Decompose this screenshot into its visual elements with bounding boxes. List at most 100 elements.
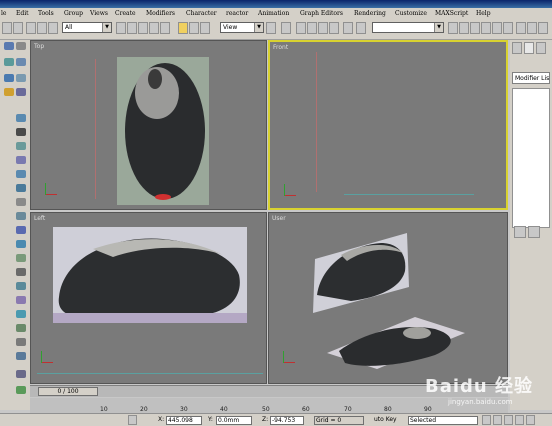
tool-icon-16[interactable] [16, 212, 26, 220]
viewport-front[interactable]: Front [268, 40, 508, 210]
lock-selection-icon[interactable] [128, 415, 137, 425]
tool-icon-7[interactable] [4, 88, 14, 96]
tool-icon-6[interactable] [16, 74, 26, 82]
tool-icon-28[interactable] [16, 386, 26, 394]
pin-stack-icon[interactable] [514, 226, 526, 238]
window-crossing-button[interactable] [149, 22, 159, 34]
material-editor-button[interactable] [492, 22, 502, 34]
create-tab-icon[interactable] [512, 42, 522, 54]
tool-icon-10[interactable] [16, 128, 26, 136]
show-end-result-icon[interactable] [528, 226, 540, 238]
menu-modifiers[interactable]: Modifiers [146, 10, 175, 17]
menu-help[interactable]: Help [476, 10, 491, 17]
y-coordinate-field[interactable]: 0.0mm [216, 416, 252, 425]
curve-editor-button[interactable] [470, 22, 480, 34]
viewport-top[interactable]: Top [30, 40, 267, 210]
redo-button[interactable] [13, 22, 23, 34]
tool-icon-5[interactable] [4, 74, 14, 82]
render-type-button[interactable] [527, 22, 537, 34]
pivot-center-button[interactable] [266, 22, 276, 34]
select-and-rotate-button[interactable] [189, 22, 199, 34]
menu-animation[interactable]: Animation [258, 10, 289, 17]
tool-icon-25[interactable] [16, 338, 26, 346]
render-scene-button[interactable] [503, 22, 513, 34]
tool-icon-27[interactable] [16, 370, 26, 378]
active-shade-button[interactable] [538, 22, 548, 34]
menu-edit[interactable]: Edit [16, 10, 29, 17]
next-frame-icon[interactable] [515, 415, 524, 425]
tool-icon-21[interactable] [16, 282, 26, 290]
quick-render-button[interactable] [516, 22, 526, 34]
auto-key-button[interactable]: uto Key [374, 416, 397, 423]
go-to-start-icon[interactable] [482, 415, 491, 425]
tool-icon-2[interactable] [16, 42, 26, 50]
viewport-left[interactable]: Left [30, 212, 267, 384]
angle-snap-button[interactable] [307, 22, 317, 34]
menu-create[interactable]: Create [115, 10, 136, 17]
align-button[interactable] [448, 22, 458, 34]
selection-filter-dropdown[interactable]: All ▼ [62, 22, 112, 33]
menu-reactor[interactable]: reactor [226, 10, 248, 17]
edit-named-selection-button[interactable] [343, 22, 353, 34]
unlink-button[interactable] [37, 22, 47, 34]
mirror-button[interactable] [356, 22, 366, 34]
z-coordinate-field[interactable]: -94.753 [270, 416, 304, 425]
tool-icon-14[interactable] [16, 184, 26, 192]
reference-coordinate-dropdown[interactable]: View ▼ [220, 22, 264, 33]
select-and-link-button[interactable] [160, 22, 170, 34]
tool-icon-24[interactable] [16, 324, 26, 332]
time-slider[interactable]: 0 / 100 [38, 387, 98, 396]
select-and-move-button[interactable] [178, 22, 188, 34]
tool-icon-8[interactable] [16, 88, 26, 96]
hierarchy-tab-icon[interactable] [536, 42, 546, 54]
tool-icon-12[interactable] [16, 156, 26, 164]
selection-set-dropdown[interactable]: Selected [408, 416, 478, 425]
rectangular-selection-button[interactable] [138, 22, 148, 34]
tool-icon-13[interactable] [16, 170, 26, 178]
menu-rendering[interactable]: Rendering [354, 10, 386, 17]
track-bar[interactable]: 10 20 30 40 50 60 70 80 90 [30, 398, 508, 414]
tool-icon-18[interactable] [16, 240, 26, 248]
schematic-view-button[interactable] [481, 22, 491, 34]
play-icon[interactable] [504, 415, 513, 425]
modifier-list-dropdown[interactable]: Modifier List [512, 72, 550, 84]
tool-icon-9[interactable] [16, 114, 26, 122]
modifier-stack[interactable] [512, 88, 550, 228]
named-selection-dropdown[interactable]: ▼ [372, 22, 444, 33]
go-to-end-icon[interactable] [526, 415, 535, 425]
tool-icon-17[interactable] [16, 226, 26, 234]
tool-icon-19[interactable] [16, 254, 26, 262]
tool-icon-15[interactable] [16, 198, 26, 206]
bind-space-warp-button[interactable] [48, 22, 58, 34]
menu-customize[interactable]: Customize [395, 10, 427, 17]
tool-icon-4[interactable] [16, 58, 26, 66]
menu-file[interactable]: le [1, 10, 6, 17]
tool-icon-1[interactable] [4, 42, 14, 50]
previous-frame-icon[interactable] [493, 415, 502, 425]
tool-icon-26[interactable] [16, 352, 26, 360]
viewport-user[interactable]: User [268, 212, 508, 384]
tool-icon-20[interactable] [16, 268, 26, 276]
x-coordinate-field[interactable]: 445.098 [166, 416, 202, 425]
select-by-name-button[interactable] [127, 22, 137, 34]
snap-toggle-button[interactable] [296, 22, 306, 34]
modify-tab-icon[interactable] [524, 42, 534, 54]
percent-snap-button[interactable] [318, 22, 328, 34]
layer-manager-button[interactable] [459, 22, 469, 34]
menu-graph-editors[interactable]: Graph Editors [300, 10, 343, 17]
tool-icon-3[interactable] [4, 58, 14, 66]
select-manipulate-button[interactable] [281, 22, 291, 34]
select-object-button[interactable] [116, 22, 126, 34]
undo-button[interactable] [2, 22, 12, 34]
tool-icon-22[interactable] [16, 296, 26, 304]
tool-icon-11[interactable] [16, 142, 26, 150]
menu-maxscript[interactable]: MAXScript [435, 10, 468, 17]
spinner-snap-button[interactable] [329, 22, 339, 34]
menu-tools[interactable]: Tools [38, 10, 54, 17]
menu-character[interactable]: Character [186, 10, 217, 17]
tool-icon-23[interactable] [16, 310, 26, 318]
menu-group[interactable]: Group [64, 10, 83, 17]
select-and-scale-button[interactable] [200, 22, 210, 34]
link-button[interactable] [26, 22, 36, 34]
menu-views[interactable]: Views [90, 10, 108, 17]
